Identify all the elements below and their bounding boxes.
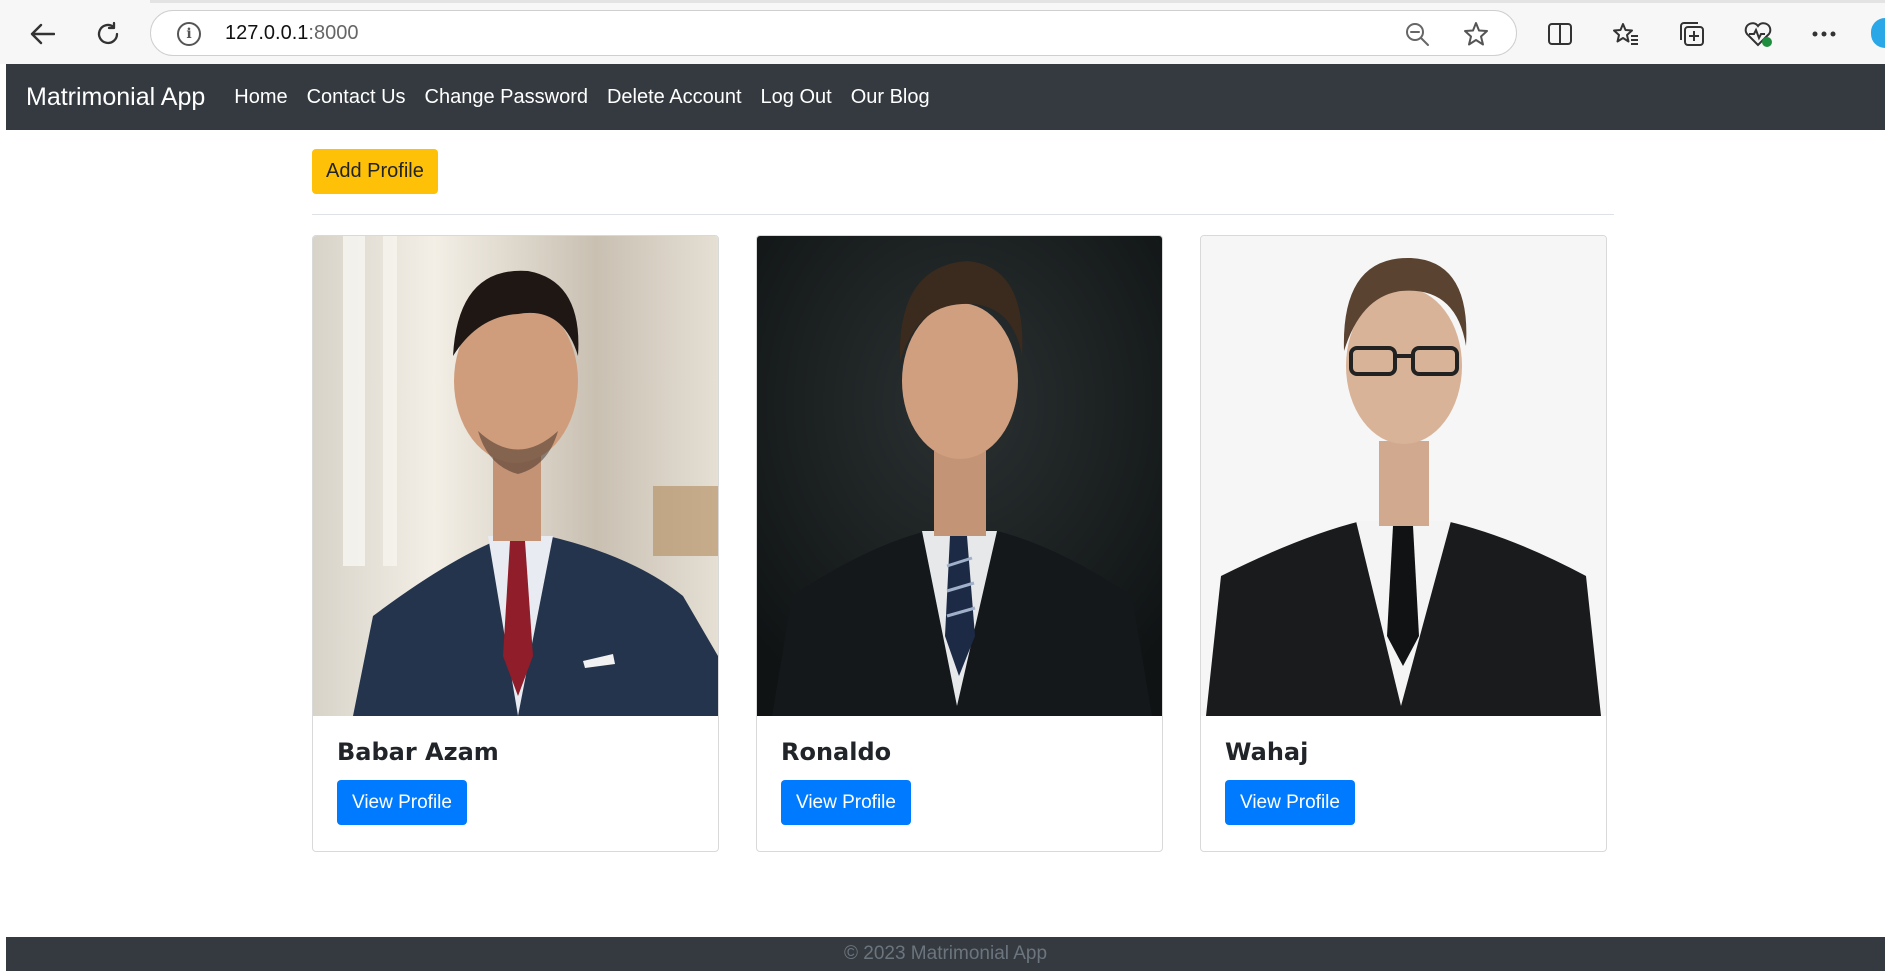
footer-copyright: © 2023 Matrimonial App: [843, 943, 1048, 964]
more-options-icon[interactable]: [1804, 14, 1844, 54]
address-bar[interactable]: i 127.0.0.1:8000: [150, 10, 1517, 56]
nav-link-delete-account[interactable]: Delete Account: [607, 86, 742, 109]
add-profile-button[interactable]: Add Profile: [312, 149, 438, 194]
profile-card: Ronaldo View Profile: [756, 235, 1163, 852]
main-container: Add Profile Babar Azam View Profile Rona…: [312, 149, 1614, 852]
profile-card: Babar Azam View Profile: [312, 235, 719, 852]
profile-card: Wahaj View Profile: [1200, 235, 1607, 852]
view-profile-button[interactable]: View Profile: [1225, 780, 1355, 825]
browser-toolbar: i 127.0.0.1:8000: [0, 0, 1885, 64]
view-profile-button[interactable]: View Profile: [337, 780, 467, 825]
refresh-icon[interactable]: [88, 14, 128, 54]
view-profile-button[interactable]: View Profile: [781, 780, 911, 825]
navbar: Matrimonial App Home Contact Us Change P…: [6, 64, 1885, 130]
zoom-out-icon[interactable]: [1404, 21, 1430, 52]
nav-link-log-out[interactable]: Log Out: [761, 86, 832, 109]
collections-icon[interactable]: [1672, 14, 1712, 54]
browser-essentials-icon[interactable]: [1738, 14, 1778, 54]
nav-link-contact-us[interactable]: Contact Us: [307, 86, 406, 109]
profile-photo: [757, 236, 1162, 716]
copilot-icon[interactable]: [1871, 18, 1885, 48]
footer: © 2023 Matrimonial App: [6, 937, 1885, 971]
profile-photo: [1201, 236, 1606, 716]
profile-photo: [313, 236, 718, 716]
nav-link-home[interactable]: Home: [234, 86, 287, 109]
back-icon[interactable]: [22, 14, 62, 54]
nav-link-change-password[interactable]: Change Password: [425, 86, 588, 109]
brand-logo-text[interactable]: Matrimonial App: [26, 83, 205, 112]
profile-cards: Babar Azam View Profile Ronaldo View Pro…: [312, 235, 1614, 852]
nav-link-our-blog[interactable]: Our Blog: [851, 86, 930, 109]
tab-strip: [150, 0, 1885, 3]
card-body: Babar Azam View Profile: [313, 716, 718, 847]
profile-name: Wahaj: [1225, 738, 1309, 766]
favorites-icon[interactable]: [1606, 14, 1646, 54]
profile-name: Babar Azam: [337, 738, 499, 766]
card-body: Ronaldo View Profile: [757, 716, 1162, 847]
site-info-icon[interactable]: i: [177, 22, 201, 46]
page-viewport: Matrimonial App Home Contact Us Change P…: [6, 64, 1885, 971]
profile-name: Ronaldo: [781, 738, 892, 766]
url-text[interactable]: 127.0.0.1:8000: [225, 22, 358, 45]
favorite-star-icon[interactable]: [1462, 20, 1490, 53]
divider: [312, 214, 1614, 215]
split-screen-icon[interactable]: [1540, 14, 1580, 54]
card-body: Wahaj View Profile: [1201, 716, 1606, 847]
